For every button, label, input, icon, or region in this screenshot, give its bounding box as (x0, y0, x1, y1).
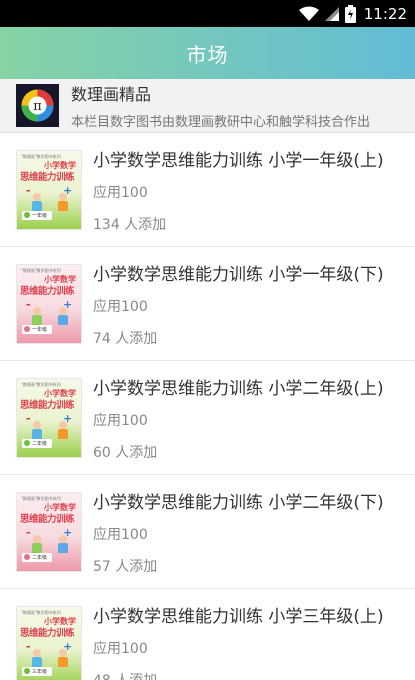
book-cover: "数理画"数学图书系列 小学数学 思维能力训练 - + 二年级 (16, 377, 82, 458)
publisher-logo: π (16, 84, 59, 127)
book-title: 小学数学思维能力训练 小学一年级(下) (93, 264, 384, 285)
book-app-label: 应用100 (93, 640, 148, 657)
book-title: 小学数学思维能力训练 小学三年级(上) (93, 606, 384, 627)
book-app-label: 应用100 (93, 184, 148, 201)
publisher-header[interactable]: π 数理画精品 本栏目数字图书由数理画教研中心和触学科技合作出 (0, 79, 415, 133)
book-add-count: 74 人添加 (93, 330, 158, 347)
book-add-count: 57 人添加 (93, 558, 158, 575)
book-add-count: 134 人添加 (93, 216, 167, 233)
book-cover: "数理画"数学图书系列 小学数学 思维能力训练 - + 二年级 (16, 491, 82, 572)
page-title: 市场 (186, 42, 229, 67)
app-bar: 市场 (0, 27, 415, 79)
publisher-name: 数理画精品 (71, 85, 152, 104)
book-cover: "数理画"数学图书系列 小学数学 思维能力训练 - + 一年级 (16, 149, 82, 230)
book-cover: "数理画"数学图书系列 小学数学 思维能力训练 - + 一年级 (16, 263, 82, 344)
book-title: 小学数学思维能力训练 小学二年级(下) (93, 492, 384, 513)
book-item[interactable]: "数理画"数学图书系列 小学数学 思维能力训练 - + 二年级 小学数学思维能力训… (0, 475, 415, 589)
book-title: 小学数学思维能力训练 小学一年级(上) (93, 150, 384, 171)
book-title: 小学数学思维能力训练 小学二年级(上) (93, 378, 384, 399)
publisher-description: 本栏目数字图书由数理画教研中心和触学科技合作出 (71, 115, 371, 130)
book-add-count: 60 人添加 (93, 444, 158, 461)
pi-symbol: π (33, 99, 42, 114)
status-icons (298, 4, 356, 23)
book-item[interactable]: "数理画"数学图书系列 小学数学 思维能力训练 - + 一年级 小学数学思维能力训… (0, 133, 415, 247)
book-item[interactable]: "数理画"数学图书系列 小学数学 思维能力训练 - + 三年级 小学数学思维能力训… (0, 589, 415, 680)
battery-icon (344, 4, 356, 23)
book-cover: "数理画"数学图书系列 小学数学 思维能力训练 - + 三年级 (16, 605, 82, 680)
book-item[interactable]: "数理画"数学图书系列 小学数学 思维能力训练 - + 二年级 小学数学思维能力训… (0, 361, 415, 475)
status-bar: 11:22 (0, 0, 415, 27)
book-item[interactable]: "数理画"数学图书系列 小学数学 思维能力训练 - + 一年级 小学数学思维能力训… (0, 247, 415, 361)
signal-icon (324, 6, 340, 22)
wifi-icon (298, 6, 319, 22)
clock: 11:22 (363, 4, 407, 23)
book-add-count: 48 人添加 (93, 670, 384, 680)
book-app-label: 应用100 (93, 526, 148, 543)
book-app-label: 应用100 (93, 298, 148, 315)
book-list: "数理画"数学图书系列 小学数学 思维能力训练 - + 一年级 小学数学思维能力训… (0, 133, 415, 680)
book-app-label: 应用100 (93, 412, 148, 429)
